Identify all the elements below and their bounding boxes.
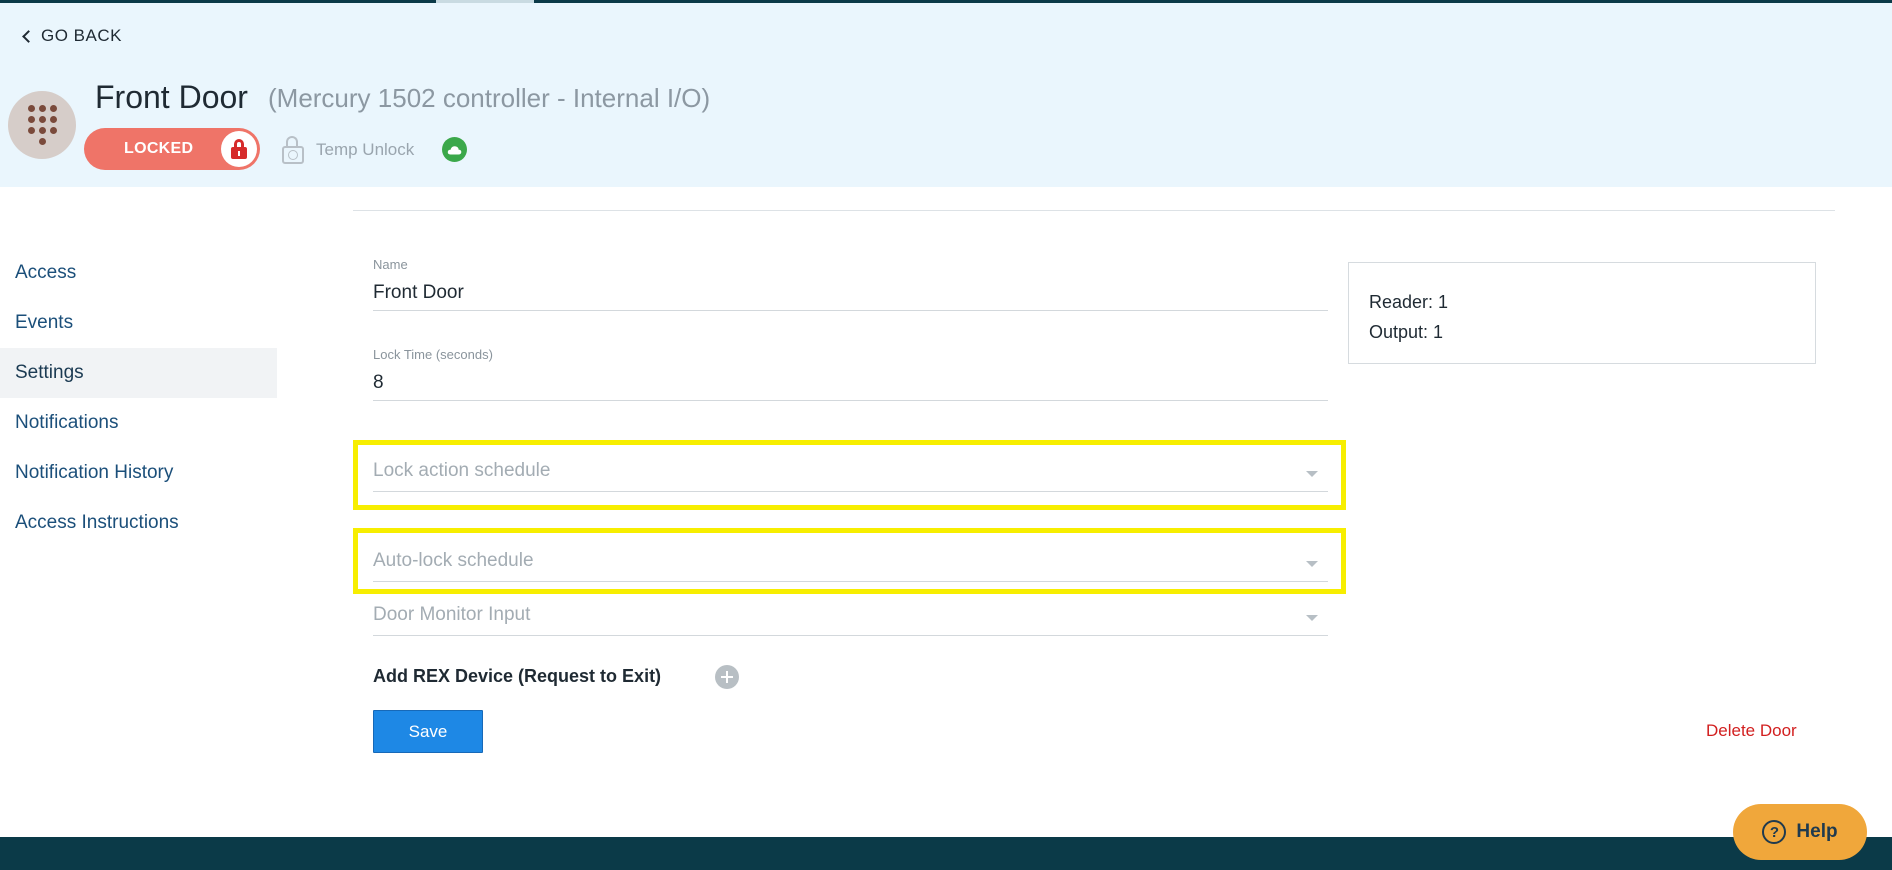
lock-time-value[interactable]: 8 <box>373 372 1328 400</box>
sidebar-item-events[interactable]: Events <box>0 298 277 348</box>
controller-subtitle: (Mercury 1502 controller - Internal I/O) <box>268 83 711 113</box>
auto-lock-schedule-select[interactable]: Auto-lock schedule <box>373 542 1328 582</box>
lock-icon <box>231 139 247 159</box>
reader-count: Reader: 1 <box>1369 292 1449 312</box>
chevron-down-icon <box>1306 561 1318 567</box>
temp-unlock-button[interactable]: Temp Unlock <box>282 136 414 164</box>
name-field[interactable]: Name Front Door <box>373 257 1328 311</box>
sidebar-item-notification-history[interactable]: Notification History <box>0 448 277 498</box>
door-monitor-input-select[interactable]: Door Monitor Input <box>373 596 1328 636</box>
output-count: Output: 1 <box>1369 322 1444 342</box>
add-rex-label: Add REX Device (Request to Exit) <box>373 666 662 686</box>
add-rex-row: Add REX Device (Request to Exit) <box>373 665 739 689</box>
chevron-down-icon <box>1306 471 1318 477</box>
save-button[interactable]: Save <box>373 710 483 753</box>
lock-time-label: Lock Time (seconds) <box>373 347 493 362</box>
temp-unlock-label: Temp Unlock <box>316 140 415 159</box>
lock-action-schedule-placeholder: Lock action schedule <box>373 460 551 481</box>
page-header: GO BACK Front Door (Mercury 1502 control… <box>0 3 1892 187</box>
help-label: Help <box>1796 821 1838 842</box>
name-field-label: Name <box>373 257 408 272</box>
lock-toggle-knob <box>221 131 257 167</box>
sidebar-item-access[interactable]: Access <box>0 248 277 298</box>
lock-status-toggle[interactable]: LOCKED <box>84 128 260 170</box>
chevron-down-icon <box>1306 615 1318 621</box>
lock-action-schedule-select[interactable]: Lock action schedule <box>373 452 1328 492</box>
delete-door-link[interactable]: Delete Door <box>1706 721 1797 741</box>
page-footer <box>0 837 1892 870</box>
keypad-icon <box>27 105 57 145</box>
timed-lock-icon <box>282 136 304 164</box>
sidebar-item-access-instructions[interactable]: Access Instructions <box>0 498 277 548</box>
go-back-label: GO BACK <box>41 26 122 45</box>
door-monitor-input-placeholder: Door Monitor Input <box>373 604 531 625</box>
add-rex-plus-icon[interactable] <box>715 665 739 689</box>
question-icon: ? <box>1762 820 1787 844</box>
cloud-icon <box>442 137 467 162</box>
go-back-link[interactable]: GO BACK <box>22 26 122 46</box>
device-info-panel: Reader: 1 Output: 1 <box>1348 262 1816 364</box>
settings-sidebar: Access Events Settings Notifications Not… <box>0 248 277 548</box>
section-divider <box>353 210 1835 211</box>
lock-status-label: LOCKED <box>124 140 194 157</box>
lock-time-field[interactable]: Lock Time (seconds) 8 <box>373 347 1328 401</box>
chevron-left-icon <box>22 30 35 43</box>
auto-lock-schedule-placeholder: Auto-lock schedule <box>373 550 534 571</box>
door-avatar <box>8 91 76 159</box>
help-button[interactable]: ? Help <box>1733 804 1867 860</box>
sidebar-item-settings[interactable]: Settings <box>0 348 277 398</box>
sidebar-item-notifications[interactable]: Notifications <box>0 398 277 448</box>
page-title: Front Door <box>95 79 248 115</box>
name-field-value[interactable]: Front Door <box>373 282 1328 310</box>
